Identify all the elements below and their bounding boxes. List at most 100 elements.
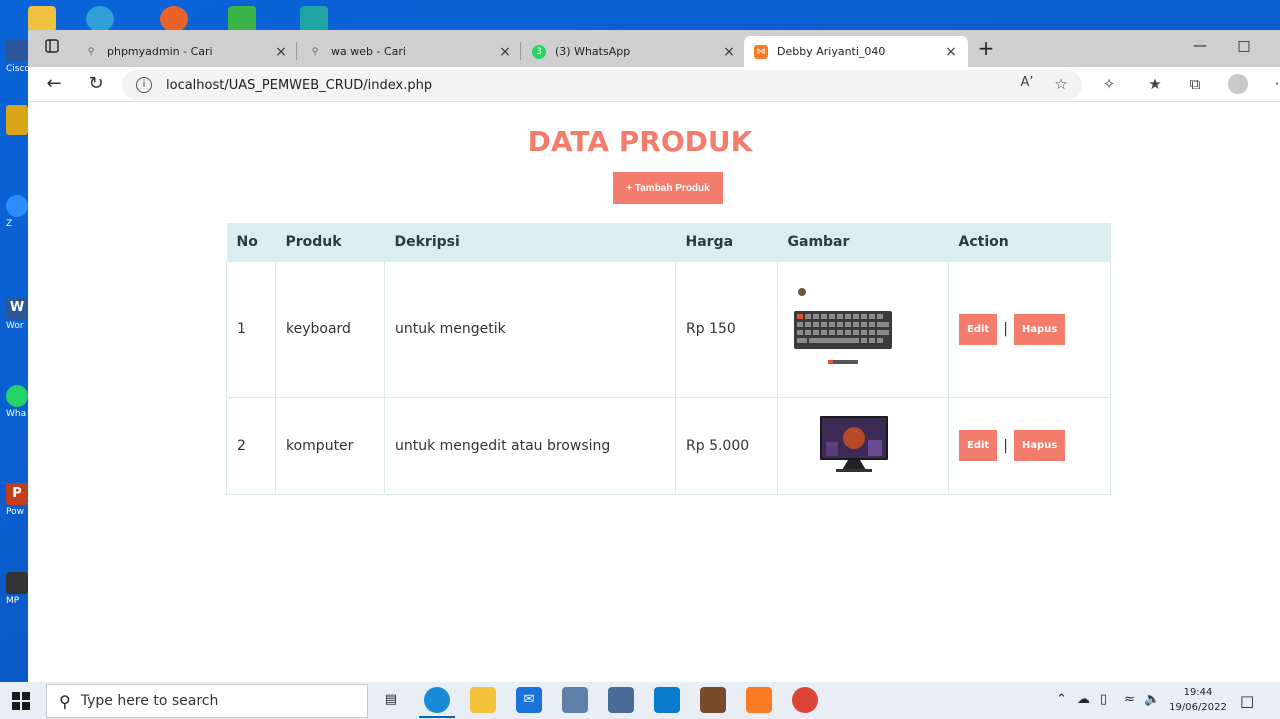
close-tab-icon[interactable]: ×: [498, 44, 512, 60]
column-header: Gambar: [777, 223, 949, 261]
cell-gambar: [777, 396, 949, 495]
edit-button[interactable]: Edit: [959, 313, 998, 345]
chevron-up-icon[interactable]: ⌃: [1056, 692, 1067, 707]
add-favorite-icon[interactable]: ☆: [1050, 75, 1072, 93]
tab-whatsapp[interactable]: 3 (3) WhatsApp ×: [522, 36, 746, 67]
cell-action: Edit | Hapus: [948, 260, 1111, 398]
xampp-icon: ⋈: [754, 44, 768, 59]
product-table: No Produk Dekripsi Harga Gambar Action 1…: [226, 223, 1111, 495]
taskbar-search-box[interactable]: ⚲ Type here to search: [46, 684, 368, 718]
cell-action: Edit | Hapus: [948, 396, 1111, 495]
clock-time: 19:44: [1183, 687, 1213, 698]
minimize-icon[interactable]: —: [1186, 38, 1214, 54]
xampp-icon[interactable]: [746, 687, 772, 713]
table-header-row: No Produk Dekripsi Harga Gambar Action: [226, 223, 1111, 261]
edit-button[interactable]: Edit: [959, 430, 998, 461]
active-app-indicator: [419, 716, 455, 718]
notifications-icon[interactable]: □: [1240, 692, 1254, 710]
browser-window: ⚲ phpmyadmin - Cari × ⚲ wa web - Cari × …: [28, 30, 1280, 682]
windows-start-icon[interactable]: [12, 692, 30, 710]
favorites-icon[interactable]: ★: [1144, 75, 1166, 93]
tab-divider: [520, 42, 521, 60]
tab-divider: [296, 42, 297, 60]
url-field[interactable]: i localhost/UAS_PEMWEB_CRUD/index.php: [122, 70, 1082, 100]
close-tab-icon[interactable]: ×: [722, 44, 736, 60]
cell-harga: Rp 5.000: [675, 396, 778, 495]
volume-icon[interactable]: 🔈: [1144, 692, 1160, 707]
read-aloud-icon[interactable]: A’: [1016, 75, 1038, 90]
close-tab-icon[interactable]: ×: [274, 44, 288, 60]
tab-phpmyadmin[interactable]: ⚲ phpmyadmin - Cari ×: [74, 36, 298, 67]
page-title: DATA PRODUK: [527, 125, 753, 158]
onedrive-icon[interactable]: ☁: [1077, 692, 1090, 707]
delete-button[interactable]: Hapus: [1013, 313, 1066, 345]
action-separator: |: [1003, 437, 1008, 454]
profile-avatar[interactable]: [1228, 74, 1248, 94]
monitor-image: [820, 415, 888, 472]
edge-desktop-icon[interactable]: [86, 6, 114, 32]
system-clock[interactable]: 19:44 19/06/2022: [1168, 685, 1228, 715]
cell-deskripsi: untuk mengedit atau browsing: [384, 396, 676, 495]
search-icon: ⚲: [59, 691, 71, 711]
tab-title: (3) WhatsApp: [555, 45, 631, 58]
mail-icon[interactable]: ✉: [516, 687, 542, 713]
back-icon[interactable]: ←: [42, 73, 66, 94]
task-view-icon[interactable]: ▤: [378, 687, 404, 713]
desktop-icon-zoom[interactable]: Z: [6, 195, 30, 229]
collections-icon[interactable]: ⧉: [1184, 75, 1206, 93]
table-row: 1 keyboard untuk mengetik Rp 150 Edit | …: [226, 260, 1111, 398]
page-content: DATA PRODUK + Tambah Produk No Produk De…: [28, 102, 1280, 682]
app-icon[interactable]: [700, 687, 726, 713]
refresh-icon[interactable]: ↻: [84, 73, 108, 94]
table-row: 2 komputer untuk mengedit atau browsing …: [226, 396, 1111, 495]
word-icon: W: [6, 297, 28, 319]
cell-gambar: [777, 260, 949, 398]
cell-produk: keyboard: [275, 260, 385, 398]
edge-icon[interactable]: [424, 687, 450, 713]
app-icon[interactable]: [608, 687, 634, 713]
desktop-icon-powerpoint[interactable]: P Pow: [6, 483, 30, 517]
app-icon[interactable]: [228, 6, 256, 32]
desktop-icon-cisco[interactable]: Cisco: [6, 40, 30, 74]
column-header: Produk: [275, 223, 385, 261]
delete-button[interactable]: Hapus: [1013, 430, 1066, 461]
column-header: Action: [948, 223, 1111, 261]
folder-icon[interactable]: [300, 6, 328, 32]
site-info-icon[interactable]: i: [136, 77, 152, 93]
tab-title: wa web - Cari: [331, 45, 406, 58]
column-header: Dekripsi: [384, 223, 676, 261]
url-text: localhost/UAS_PEMWEB_CRUD/index.php: [166, 77, 433, 93]
file-explorer-icon[interactable]: [470, 687, 496, 713]
extensions-icon[interactable]: ✧: [1098, 75, 1120, 93]
desktop-icon-whatsapp[interactable]: Wha: [6, 385, 30, 419]
search-placeholder: Type here to search: [80, 693, 219, 709]
firefox-icon[interactable]: [160, 6, 188, 32]
app-icon[interactable]: [562, 687, 588, 713]
cell-no: 1: [226, 260, 276, 398]
close-tab-icon[interactable]: ×: [944, 44, 958, 60]
new-tab-button[interactable]: +: [972, 36, 1000, 60]
search-icon: ⚲: [311, 46, 319, 57]
whatsapp-icon: [6, 385, 28, 407]
tab-strip: ⚲ phpmyadmin - Cari × ⚲ wa web - Cari × …: [28, 30, 1280, 67]
tab-title: phpmyadmin - Cari: [107, 45, 213, 58]
vscode-icon[interactable]: [654, 687, 680, 713]
tab-debby-ariyanti[interactable]: ⋈ Debby Ariyanti_040 ×: [744, 36, 968, 67]
desktop-icon-word[interactable]: W Wor: [6, 297, 30, 331]
add-product-button[interactable]: + Tambah Produk: [613, 172, 723, 204]
whatsapp-icon: 3: [532, 44, 546, 59]
battery-icon[interactable]: ▯: [1100, 692, 1107, 707]
clock-date: 19/06/2022: [1169, 702, 1227, 713]
wifi-icon[interactable]: ≈: [1124, 692, 1135, 707]
cell-no: 2: [226, 396, 276, 495]
tab-actions-icon[interactable]: [38, 39, 66, 57]
media-icon: [6, 572, 28, 594]
mail-icon[interactable]: [28, 6, 56, 32]
more-icon[interactable]: ·: [1266, 75, 1280, 93]
cell-deskripsi: untuk mengetik: [384, 260, 676, 398]
tab-wa-web[interactable]: ⚲ wa web - Cari ×: [298, 36, 522, 67]
maximize-icon[interactable]: □: [1230, 38, 1258, 54]
address-bar: ← ↻ i localhost/UAS_PEMWEB_CRUD/index.ph…: [28, 67, 1280, 102]
chrome-icon[interactable]: [792, 687, 818, 713]
desktop-icon-media[interactable]: MP: [6, 572, 30, 606]
